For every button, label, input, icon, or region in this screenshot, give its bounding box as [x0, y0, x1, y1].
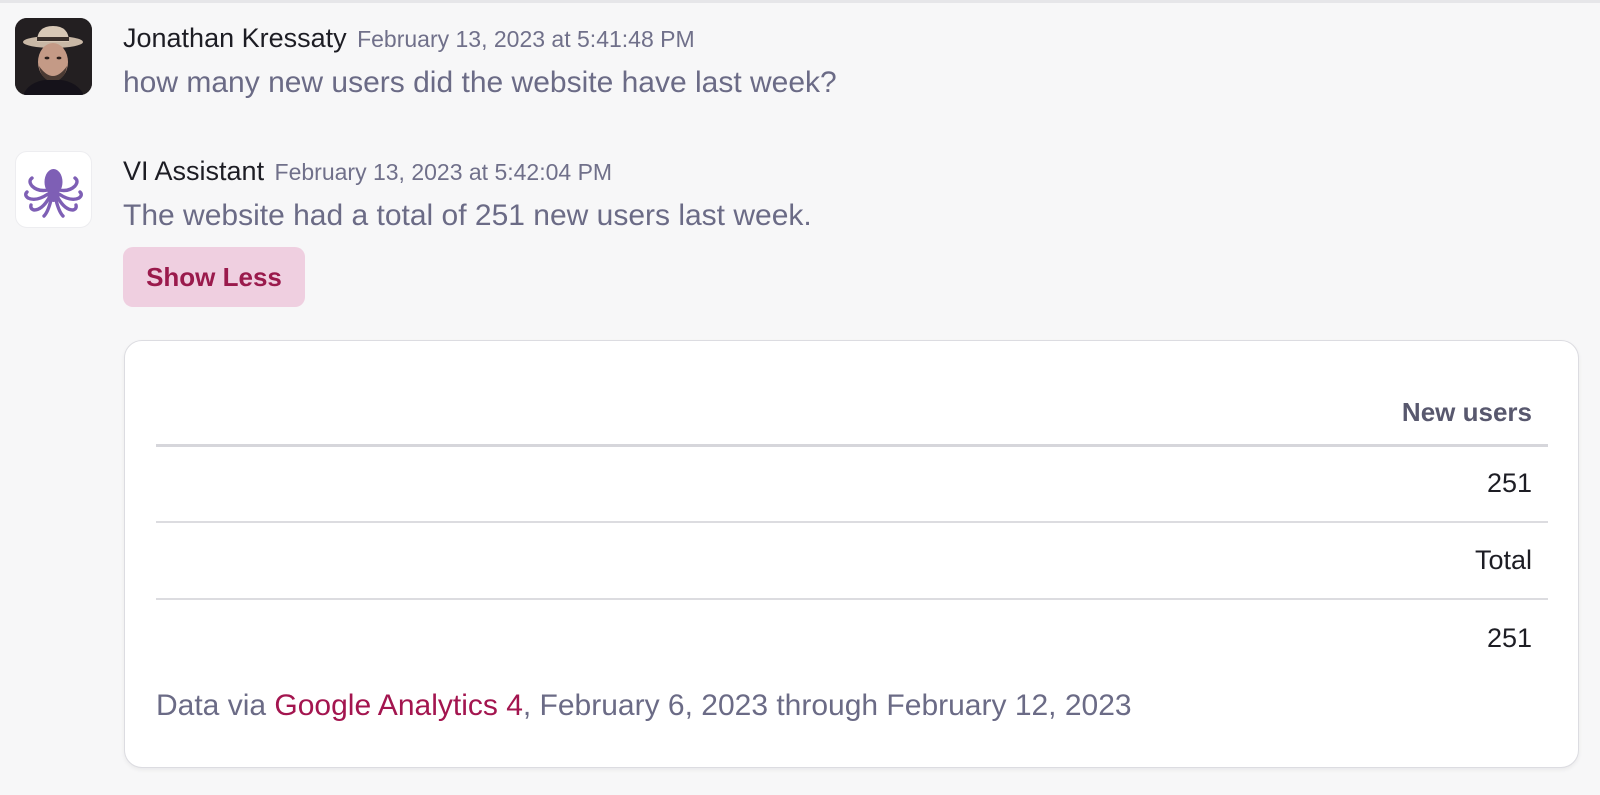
message-timestamp: February 13, 2023 at 5:41:48 PM	[357, 26, 695, 52]
octopus-icon	[24, 169, 83, 218]
table-cell: 251	[1486, 622, 1532, 653]
result-table: New users 251 Total 251	[156, 341, 1548, 676]
assistant-avatar	[15, 151, 92, 228]
top-divider	[0, 0, 1600, 3]
result-card: New users 251 Total 251 Data via Google …	[124, 340, 1579, 768]
source-date-range: , February 6, 2023 through February 12, …	[522, 689, 1132, 722]
message-meta: VI Assistant February 13, 2023 at 5:42:0…	[123, 151, 1560, 191]
message-body: VI Assistant February 13, 2023 at 5:42:0…	[123, 151, 1560, 237]
message-body: Jonathan Kressaty February 13, 2023 at 5…	[123, 18, 1560, 104]
show-less-button[interactable]: Show Less	[123, 247, 305, 307]
google-analytics-link[interactable]: Google Analytics 4	[274, 689, 522, 722]
message-text: The website had a total of 251 new users…	[123, 199, 812, 232]
data-source-note: Data via Google Analytics 4, February 6,…	[156, 685, 1132, 727]
table-row: 251	[156, 599, 1548, 676]
table-row: Total	[156, 522, 1548, 600]
message-meta: Jonathan Kressaty February 13, 2023 at 5…	[123, 18, 1560, 58]
table-cell: 251	[156, 445, 1548, 523]
author-name: Jonathan Kressaty	[123, 23, 347, 53]
table-cell: Total	[156, 522, 1548, 600]
author-name: VI Assistant	[123, 156, 265, 186]
message-text: how many new users did the website have …	[123, 66, 837, 99]
table-header-row: New users	[156, 341, 1548, 447]
column-header-new-users: New users	[156, 341, 1548, 447]
user-avatar	[15, 18, 92, 95]
source-prefix: Data via	[156, 689, 275, 722]
table-row: 251	[156, 445, 1548, 523]
message-timestamp: February 13, 2023 at 5:42:04 PM	[274, 159, 613, 185]
